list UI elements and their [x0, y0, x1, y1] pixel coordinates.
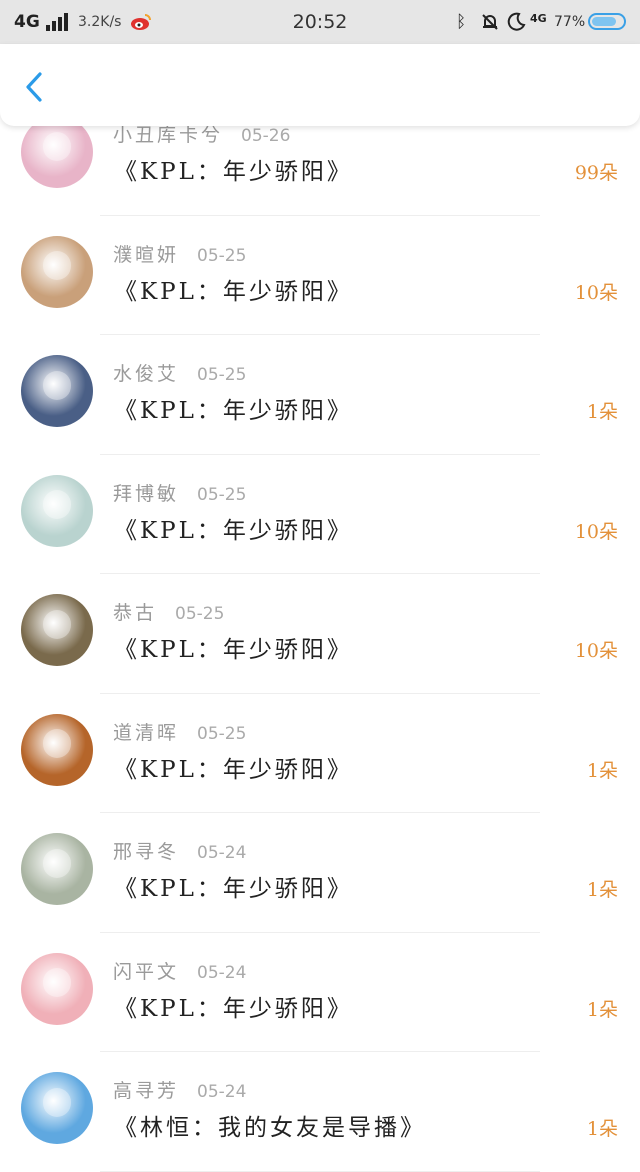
flower-count: 1朵 — [586, 759, 618, 782]
gift-date: 05-25 — [175, 604, 225, 624]
user-name[interactable]: 濮暄妍 — [113, 244, 179, 266]
gift-date: 05-25 — [197, 365, 247, 385]
gift-list-item[interactable]: 高寻芳 05-24 《林恒：我的女友是导播》 1朵 — [0, 1052, 640, 1172]
avatar[interactable] — [21, 116, 93, 188]
user-name[interactable]: 闪平文 — [113, 961, 179, 983]
gift-date: 05-24 — [197, 1082, 247, 1102]
chevron-left-icon[interactable] — [18, 70, 52, 104]
user-name-line: 水俊艾 05-25 — [113, 359, 246, 386]
flower-count: 1朵 — [586, 998, 618, 1021]
avatar[interactable] — [21, 594, 93, 666]
user-name[interactable]: 拜博敏 — [113, 483, 179, 505]
gift-date: 05-25 — [197, 723, 247, 744]
book-title[interactable]: 《KPL：年少骄阳》 — [114, 750, 353, 784]
flower-count: 1朵 — [586, 879, 618, 901]
avatar[interactable] — [21, 952, 93, 1025]
gift-date: 05-26 — [241, 126, 291, 146]
flower-count: 10朵 — [574, 520, 618, 543]
user-name-line: 邢寻冬 05-24 — [113, 837, 246, 864]
user-name[interactable]: 邢寻冬 — [113, 841, 179, 863]
mute-bell-icon — [482, 14, 498, 30]
user-name-line: 濮暄妍 05-25 — [113, 240, 246, 267]
gift-list-item[interactable]: 道清晖 05-25 《KPL：年少骄阳》 1朵 — [0, 694, 640, 813]
user-name-line: 拜博敏 05-25 — [113, 479, 246, 506]
gift-record-list: 小丑库卡兮 05-26 《KPL：年少骄阳》 99朵濮暄妍 05-25 《KPL：年少骄阳… — [0, 96, 640, 1172]
avatar[interactable] — [21, 833, 93, 905]
battery-icon — [588, 13, 626, 30]
book-title[interactable]: 《KPL：年少骄阳》 — [114, 630, 353, 664]
flower-count: 99朵 — [574, 162, 618, 184]
gift-list-item[interactable]: 邢寻冬 05-24 《KPL：年少骄阳》 1朵 — [0, 813, 640, 933]
book-title[interactable]: 《KPL：年少骄阳》 — [114, 272, 353, 306]
user-name-line: 高寻芳 05-24 — [113, 1076, 246, 1103]
user-name[interactable]: 水俊艾 — [113, 363, 179, 385]
avatar[interactable] — [21, 355, 93, 427]
moon-icon — [507, 12, 526, 31]
book-title[interactable]: 《林恒：我的女友是导播》 — [114, 1108, 426, 1142]
gift-list-item[interactable]: 闪平文 05-24 《KPL：年少骄阳》 1朵 — [0, 933, 640, 1052]
gift-list-item[interactable]: 水俊艾 05-25 《KPL：年少骄阳》 1朵 — [0, 335, 640, 455]
gift-date: 05-24 — [197, 843, 247, 863]
top-nav-bar — [0, 44, 640, 126]
user-name[interactable]: 高寻芳 — [113, 1080, 179, 1102]
avatar[interactable] — [21, 474, 93, 547]
battery-percent: 77% — [554, 14, 586, 30]
book-title[interactable]: 《KPL：年少骄阳》 — [114, 869, 353, 903]
user-name-line: 道清晖 05-25 — [113, 718, 246, 745]
gift-date: 05-25 — [197, 245, 247, 266]
book-title[interactable]: 《KPL：年少骄阳》 — [114, 391, 353, 425]
flower-count: 1朵 — [586, 1118, 618, 1140]
gift-date: 05-25 — [197, 484, 247, 505]
flower-count: 10朵 — [574, 281, 618, 304]
divider — [100, 1170, 540, 1172]
gift-list-item[interactable]: 恭古 05-25 《KPL：年少骄阳》 10朵 — [0, 574, 640, 694]
user-name[interactable]: 小丑库卡兮 — [113, 124, 223, 146]
book-title[interactable]: 《KPL：年少骄阳》 — [114, 989, 353, 1023]
flower-count: 10朵 — [574, 640, 618, 662]
user-name[interactable]: 道清晖 — [113, 722, 179, 744]
network-type-secondary: 4G — [530, 12, 547, 25]
gift-date: 05-24 — [197, 962, 247, 983]
user-name-line: 恭古 05-25 — [113, 598, 224, 625]
status-bar: 4G 3.2K/s 20:52 ᛒ 4G 77% — [0, 0, 640, 44]
book-title[interactable]: 《KPL：年少骄阳》 — [114, 511, 353, 545]
flower-count: 1朵 — [586, 401, 618, 423]
bluetooth-icon: ᛒ — [456, 12, 467, 32]
avatar[interactable] — [21, 713, 93, 786]
user-name[interactable]: 恭古 — [113, 602, 157, 624]
avatar[interactable] — [21, 235, 93, 308]
book-title[interactable]: 《KPL：年少骄阳》 — [114, 152, 353, 186]
user-name-line: 闪平文 05-24 — [113, 957, 246, 984]
avatar[interactable] — [21, 1072, 93, 1144]
gift-list-item[interactable]: 拜博敏 05-25 《KPL：年少骄阳》 10朵 — [0, 455, 640, 574]
gift-list-item[interactable]: 濮暄妍 05-25 《KPL：年少骄阳》 10朵 — [0, 216, 640, 335]
